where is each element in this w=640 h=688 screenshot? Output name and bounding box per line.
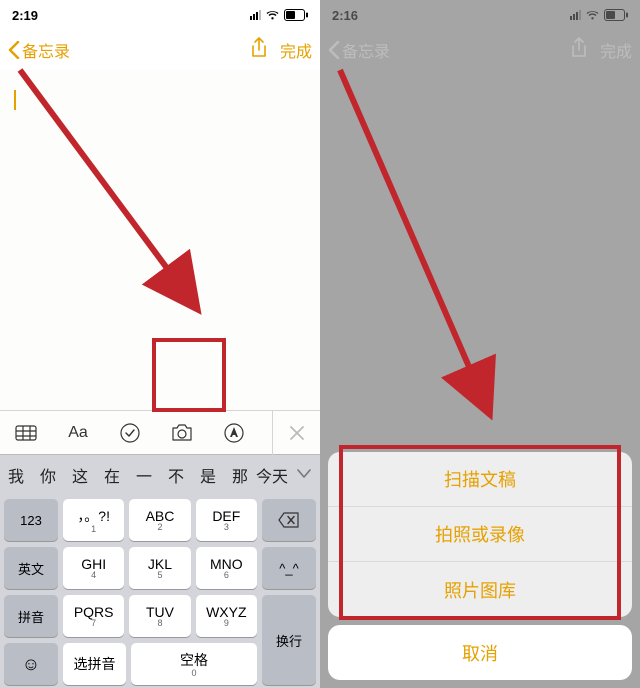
nav-bar: 备忘录 完成 (0, 30, 320, 70)
candidate[interactable]: 在 (96, 463, 128, 487)
candidate[interactable]: 这 (64, 463, 96, 487)
chevron-down-icon (297, 469, 311, 479)
status-bar: 2:19 (0, 0, 320, 30)
key-def[interactable]: DEF3 (196, 499, 257, 541)
candidate[interactable]: 你 (32, 463, 64, 487)
nav-back: 备忘录 (328, 38, 390, 62)
keyboard: 123 ，。?!1 ABC2 DEF3 英文 GHI4 JKL5 MNO6 ^_… (0, 494, 320, 688)
signal-icon (570, 10, 581, 20)
sheet-photo-library[interactable]: 照片图库 (328, 562, 632, 617)
battery-icon (604, 9, 628, 21)
key-english[interactable]: 英文 (4, 547, 58, 589)
text-format-button[interactable]: Aa (52, 411, 104, 455)
key-123[interactable]: 123 (4, 499, 58, 541)
chevron-left-icon (328, 41, 340, 59)
sheet-scan-documents[interactable]: 扫描文稿 (328, 452, 632, 507)
done-button: 完成 (600, 38, 632, 62)
screenshot-left: 2:19 备忘录 完成 Aa (0, 0, 320, 688)
share-icon (570, 37, 588, 59)
candidate-bar: 我 你 这 在 一 不 是 那 今天 (0, 454, 320, 494)
key-punct[interactable]: ，。?!1 (63, 499, 124, 541)
text-cursor (14, 90, 16, 110)
pencil-circle-icon (224, 423, 244, 443)
status-bar: 2:16 (320, 0, 640, 30)
key-backspace[interactable] (262, 499, 316, 541)
wifi-icon (265, 10, 280, 21)
candidate[interactable]: 我 (0, 463, 32, 487)
checklist-button[interactable] (104, 411, 156, 455)
format-toolbar: Aa (0, 410, 320, 454)
nav-bar: 备忘录 完成 (320, 30, 640, 70)
nav-back[interactable]: 备忘录 (8, 38, 70, 62)
status-time: 2:16 (332, 8, 358, 23)
done-button[interactable]: 完成 (280, 38, 312, 62)
key-jkl[interactable]: JKL5 (129, 547, 190, 589)
toolbar-close-button[interactable] (272, 411, 320, 455)
key-abc[interactable]: ABC2 (129, 499, 190, 541)
close-icon (290, 426, 304, 440)
key-select-pinyin[interactable]: 选拼音 (63, 643, 126, 685)
table-icon (15, 425, 37, 441)
sheet-take-photo[interactable]: 拍照或录像 (328, 507, 632, 562)
candidate[interactable]: 一 (128, 463, 160, 487)
markup-button[interactable] (208, 411, 260, 455)
key-emoji-text[interactable]: ^_^ (262, 547, 316, 589)
camera-button[interactable] (156, 411, 208, 455)
sheet-cancel[interactable]: 取消 (328, 625, 632, 680)
chevron-left-icon (8, 41, 20, 59)
signal-icon (250, 10, 261, 20)
checkmark-circle-icon (120, 423, 140, 443)
camera-icon (170, 424, 194, 442)
share-button[interactable] (250, 37, 268, 64)
screenshot-right: 2:16 备忘录 完成 扫描文稿 拍照或录像 照片图库 取消 (320, 0, 640, 688)
backspace-icon (278, 512, 300, 528)
key-space[interactable]: 空格0 (131, 643, 257, 685)
table-button[interactable] (0, 411, 52, 455)
status-right (250, 9, 308, 21)
key-tuv[interactable]: TUV8 (129, 595, 190, 637)
key-pinyin[interactable]: 拼音 (4, 595, 58, 637)
wifi-icon (585, 10, 600, 21)
key-wxyz[interactable]: WXYZ9 (196, 595, 257, 637)
candidate-expand[interactable] (288, 466, 320, 484)
battery-icon (284, 9, 308, 21)
candidate[interactable]: 是 (192, 463, 224, 487)
key-ghi[interactable]: GHI4 (63, 547, 124, 589)
nav-back-label: 备忘录 (342, 38, 390, 62)
status-right (570, 9, 628, 21)
key-pqrs[interactable]: PQRS7 (63, 595, 124, 637)
key-mno[interactable]: MNO6 (196, 547, 257, 589)
candidate[interactable]: 那 (224, 463, 256, 487)
candidate[interactable]: 今天 (256, 463, 288, 487)
nav-back-label: 备忘录 (22, 38, 70, 62)
key-emoji[interactable]: ☺ (4, 643, 58, 685)
annotation-arrow-right (320, 0, 640, 500)
action-sheet: 扫描文稿 拍照或录像 照片图库 取消 (320, 444, 640, 688)
candidate[interactable]: 不 (160, 463, 192, 487)
share-button (570, 37, 588, 64)
share-icon (250, 37, 268, 59)
note-body[interactable] (0, 70, 320, 410)
status-time: 2:19 (12, 8, 38, 23)
